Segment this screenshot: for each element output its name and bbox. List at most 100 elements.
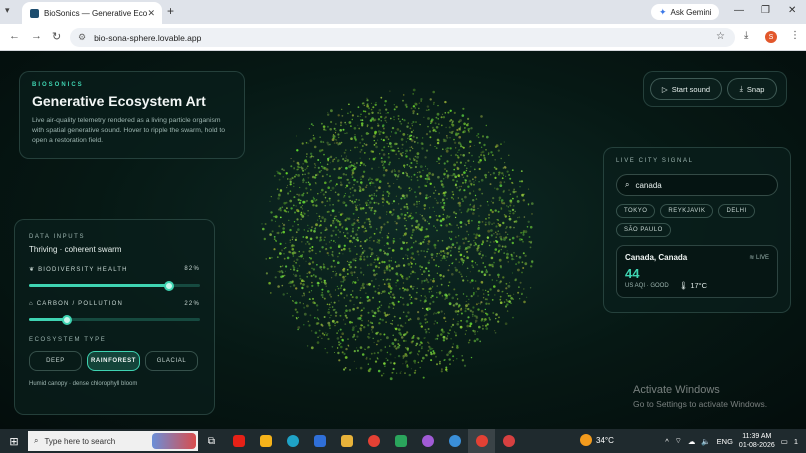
url-text: bio-sona-sphere.lovable.app <box>94 32 202 43</box>
factory-icon: ⌂ <box>29 301 34 307</box>
windows-start-icon[interactable]: ⊞ <box>0 435 28 448</box>
browser-tab-bar: ▾ BioSonics — Generative Ecosys ✕ + ✦ As… <box>0 0 806 24</box>
browser-menu-icon[interactable]: ⋮ <box>790 30 800 41</box>
live-city-signal-panel: LIVE CITY SIGNAL ⌕ canada TOKYO REYKJAVI… <box>603 147 791 313</box>
biodiversity-slider-fill <box>29 284 170 287</box>
browser-tab[interactable]: BioSonics — Generative Ecosys ✕ <box>22 2 162 24</box>
back-arrow-icon[interactable]: ← <box>9 30 20 42</box>
page-description: Live air-quality telemetry rendered as a… <box>32 117 226 144</box>
profile-avatar[interactable]: S <box>765 31 777 43</box>
tray-expand-icon[interactable]: ^ <box>665 437 669 446</box>
restore-icon[interactable]: ❐ <box>761 5 770 16</box>
system-clock[interactable]: 11:39 AM 01-08-2026 <box>739 432 775 450</box>
temperature: 🌡 17°C <box>679 281 707 290</box>
address-bar-row: ← → ↻ ⚙ bio-sona-sphere.lovable.app ☆ <box>0 24 806 51</box>
chrome-active-icon[interactable] <box>468 429 495 453</box>
chrome-profile-icon[interactable] <box>441 429 468 453</box>
brand-label: BIOSONICS <box>32 82 84 88</box>
leaf-icon: ❦ <box>29 267 36 273</box>
data-inputs-panel: DATA INPUTS Thriving · coherent swarm ❦ … <box>14 219 215 415</box>
task-view-icon[interactable]: ⧉ <box>198 429 225 453</box>
close-window-icon[interactable]: ✕ <box>788 5 796 16</box>
site-favicon-icon <box>30 8 39 18</box>
start-sound-button[interactable]: ▷ Start sound <box>650 78 722 100</box>
biodiversity-slider-handle[interactable] <box>164 280 175 291</box>
youtube-icon[interactable] <box>225 429 252 453</box>
signal-label: LIVE CITY SIGNAL <box>616 158 694 164</box>
hero-card: BIOSONICS Generative Ecosystem Art Live … <box>19 71 245 159</box>
ecosystem-glacial-button[interactable]: GLACIAL <box>145 351 198 371</box>
forward-arrow-icon[interactable]: → <box>31 30 42 42</box>
cloud-icon[interactable]: ☁ <box>688 437 696 446</box>
notification-icon[interactable]: ▭ <box>781 437 788 446</box>
aqi-label: US AQI · GOOD <box>625 282 669 289</box>
url-bar[interactable]: ⚙ bio-sona-sphere.lovable.app ☆ <box>70 28 735 47</box>
city-chip[interactable]: REYKJAVIK <box>660 204 714 218</box>
city-readout-card: Canada, Canada ≋ LIVE 44 US AQI · GOOD 🌡… <box>616 245 778 298</box>
download-icon[interactable]: ⤓ <box>744 30 748 41</box>
carbon-label: CARBON / POLLUTION <box>36 301 123 307</box>
taskbar-search-placeholder: Type here to search <box>44 436 116 446</box>
reload-icon[interactable]: ↻ <box>52 30 61 43</box>
temperature-value: 17°C <box>690 281 708 290</box>
ecosystem-type-group: DEEP RAINFOREST GLACIAL <box>29 351 200 371</box>
network-icon[interactable]: ⌔ <box>675 436 682 446</box>
clock-time: 11:39 AM <box>742 433 772 440</box>
language-indicator[interactable]: ENG <box>717 437 733 446</box>
sun-icon <box>580 434 592 446</box>
ecosystem-rainforest-button[interactable]: RAINFOREST <box>87 351 140 371</box>
file-explorer-icon[interactable] <box>333 429 360 453</box>
start-sound-label: Start sound <box>671 84 711 94</box>
carbon-label-row: ⌂ CARBON / POLLUTION <box>29 301 123 307</box>
chrome-profile-icon[interactable] <box>495 429 522 453</box>
mail-icon[interactable] <box>306 429 333 453</box>
city-chip[interactable]: TOKYO <box>616 204 656 218</box>
weather-temp: 34°C <box>596 435 614 445</box>
minimize-icon[interactable]: — <box>734 5 744 16</box>
city-search-input[interactable]: ⌕ canada <box>616 174 778 196</box>
snap-label: Snap <box>746 84 765 94</box>
activate-windows-watermark: Activate Windows Go to Settings to activ… <box>633 384 767 409</box>
volume-icon[interactable]: 🔈 <box>701 437 710 446</box>
city-chip[interactable]: SÃO PAULO <box>616 223 671 237</box>
city-name: Canada, Canada <box>625 253 688 262</box>
site-info-icon[interactable]: ⚙ <box>78 32 86 43</box>
chrome-profile-icon[interactable] <box>414 429 441 453</box>
new-tab-button[interactable]: + <box>167 4 174 18</box>
snap-button[interactable]: ⤓ Snap <box>727 78 777 100</box>
live-indicator: ≋ LIVE <box>749 254 769 261</box>
edge-icon[interactable] <box>279 429 306 453</box>
clock-date: 01-08-2026 <box>738 442 775 449</box>
carbon-slider-fill <box>29 318 67 321</box>
app-canvas[interactable]: BIOSONICS Generative Ecosystem Art Live … <box>0 51 806 429</box>
bookmark-star-icon[interactable]: ☆ <box>716 31 725 42</box>
live-label: LIVE <box>755 255 769 261</box>
tab-search-icon[interactable]: ▾ <box>5 5 10 16</box>
activate-subtitle: Go to Settings to activate Windows. <box>633 399 768 409</box>
search-icon: ⌕ <box>34 436 39 445</box>
carbon-slider[interactable] <box>29 314 200 325</box>
biodiversity-slider[interactable] <box>29 280 200 291</box>
weather-widget[interactable]: 34°C <box>580 434 614 446</box>
city-chip[interactable]: DELHI <box>718 204 755 218</box>
search-icon: ⌕ <box>625 180 630 189</box>
inputs-label: DATA INPUTS <box>29 234 86 240</box>
store-icon[interactable] <box>252 429 279 453</box>
taskbar-search-box[interactable]: ⌕ Type here to search <box>28 431 198 451</box>
ecosystem-deep-button[interactable]: DEEP <box>29 351 82 371</box>
carbon-slider-handle[interactable] <box>61 314 72 325</box>
particle-swarm[interactable] <box>230 71 570 411</box>
aqi-value: 44 <box>625 266 640 281</box>
windows-taskbar: ⊞ ⌕ Type here to search ⧉ 34°C ^ ⌔ ☁ 🔈 E… <box>0 429 806 453</box>
wifi-icon: ≋ <box>749 255 755 261</box>
biodiversity-label-row: ❦ BIODIVERSITY HEALTH <box>29 266 128 273</box>
system-tray: ^ ⌔ ☁ 🔈 ENG 11:39 AM 01-08-2026 ▭ 1 <box>665 429 806 453</box>
chrome-icon[interactable] <box>360 429 387 453</box>
notification-count: 1 <box>793 436 798 446</box>
search-highlight-image <box>152 433 196 449</box>
ask-gemini-button[interactable]: ✦ Ask Gemini <box>651 4 720 20</box>
app-icon[interactable] <box>387 429 414 453</box>
close-tab-icon[interactable]: ✕ <box>147 8 155 19</box>
activate-title: Activate Windows <box>633 384 720 396</box>
ecosystem-label: ECOSYSTEM TYPE <box>29 337 107 343</box>
